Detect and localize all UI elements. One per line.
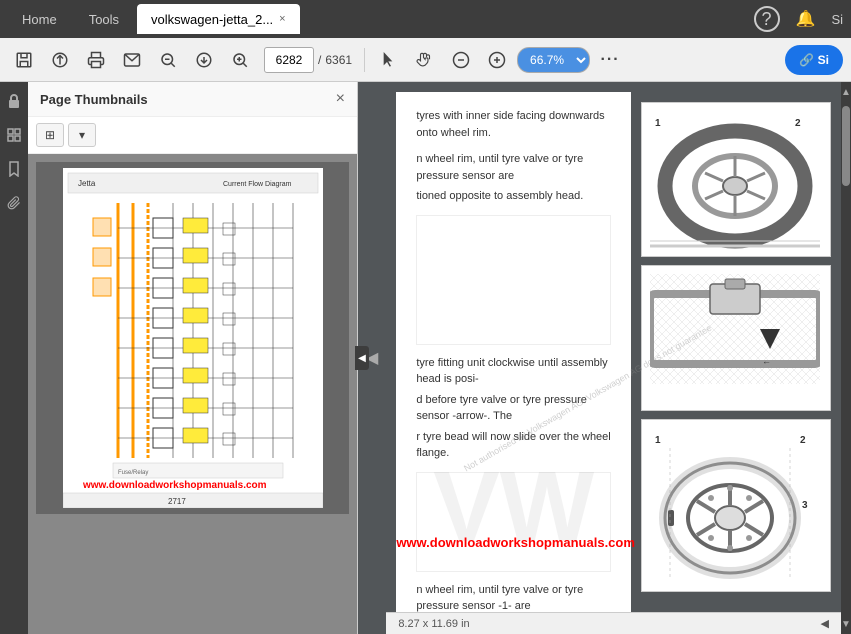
panel-close-button[interactable]: × [336,90,345,108]
diagram-3-content: 1 2 3 [642,420,830,592]
more-options-button[interactable]: ··· [594,44,626,76]
text-block-1: tyres with inner side facing downwards o… [416,108,611,141]
print-button[interactable] [80,44,112,76]
text-block-4: n wheel rim, until tyre valve or tyre pr… [416,582,611,613]
svg-text:Jetta: Jetta [78,179,96,188]
page-separator: / [318,53,321,67]
diagram-spacer-2 [416,472,611,572]
cursor-tool-button[interactable] [373,44,405,76]
notification-icon[interactable]: 🔔 [796,9,816,29]
toolbar-divider [364,48,365,72]
pdf-page: tyres with inner side facing downwards o… [396,92,631,612]
page-navigation: 6282 / 6361 [264,47,352,73]
text-line-3: tioned opposite to assembly head. [416,188,611,205]
svg-text:2717: 2717 [168,497,186,506]
text-line-5: d before tyre valve or tyre pressure sen… [416,392,611,425]
svg-text:Current Flow Diagram: Current Flow Diagram [223,181,292,188]
tab-tools-label: Tools [89,12,119,27]
svg-text:2: 2 [795,118,801,129]
svg-text:1: 1 [655,118,661,129]
thumbnail-image: Jetta Current Flow Diagram [63,168,323,508]
zoom-out-button[interactable] [152,44,184,76]
ellipsis-icon: ··· [601,51,620,69]
thumbnail-icon[interactable] [3,124,25,146]
email-button[interactable] [116,44,148,76]
zoom-in-button[interactable] [224,44,256,76]
panel-title: Page Thumbnails [40,92,148,107]
download-button[interactable] [188,44,220,76]
text-line-2: n wheel rim, until tyre valve or tyre pr… [416,151,611,184]
help-icon[interactable]: ? [754,6,780,32]
tab-close-icon[interactable]: × [279,13,285,25]
page-number-input[interactable]: 6282 [264,47,314,73]
diagram-1: 1 2 TAR 5 165 ▸ [641,102,831,257]
text-line-1: tyres with inner side facing downwards o… [416,108,611,141]
signin-button[interactable]: Si [831,12,843,27]
right-diagrams: 1 2 TAR 5 165 ▸ [641,92,831,602]
watermark-text: www.downloadworkshopmanuals.com [396,533,631,553]
share-button[interactable]: 🔗 Si [785,45,843,75]
toolbar: 6282 / 6361 66.7% 50% 75% 100% 125% ··· … [0,38,851,82]
right-scrollbar[interactable]: ▲ ▼ [841,82,851,634]
zoom-out-2-button[interactable] [445,44,477,76]
hand-tool-button[interactable] [409,44,441,76]
panel-header: Page Thumbnails × [28,82,357,117]
text-line-7: n wheel rim, until tyre valve or tyre pr… [416,582,611,613]
diagram-1-content: 1 2 [642,103,830,257]
scroll-down-button[interactable]: ▼ [841,614,851,634]
diagram-2-content: ← [642,266,830,411]
content-area: tyres with inner side facing downwards o… [386,82,841,634]
dropdown-button[interactable]: ▾ [68,123,96,147]
tab-home[interactable]: Home [8,4,71,34]
panel-toolbar: ⊞ ▾ [28,117,357,154]
upload-button[interactable] [44,44,76,76]
page-dimensions: 8.27 x 11.69 in [398,618,469,630]
tab-doc-label: volkswagen-jetta_2... [151,12,273,27]
share-icon: 🔗 [799,53,814,67]
content-scroll[interactable]: tyres with inner side facing downwards o… [386,82,841,612]
tab-doc[interactable]: volkswagen-jetta_2... × [137,4,300,34]
svg-text:←: ← [762,356,771,366]
svg-text:www.downloadworkshopmanuals.co: www.downloadworkshopmanuals.com [82,480,267,491]
diagram-spacer-1 [416,215,611,345]
lock-icon[interactable] [3,90,25,112]
total-pages: 6361 [325,53,352,67]
circuit-diagram-svg: Jetta Current Flow Diagram [63,168,323,508]
tab-home-label: Home [22,12,57,27]
bookmark-icon[interactable] [3,158,25,180]
panel-collapse-button[interactable]: ◀ [355,346,369,370]
grid-view-button[interactable]: ⊞ [36,123,64,147]
save-button[interactable] [8,44,40,76]
text-line-6: r tyre bead will now slide over the whee… [416,429,611,462]
svg-text:2: 2 [800,435,806,446]
diagram-3: 1 2 3 TAR 5 169 ▸ [641,419,831,592]
zoom-in-2-button[interactable] [481,44,513,76]
svg-text:3: 3 [802,500,808,511]
tyre-diagram-1-svg: 1 2 [650,111,820,251]
diagram-2: ← TAR 5 167 ▸ [641,265,831,411]
tab-bar: Home Tools volkswagen-jetta_2... × ? 🔔 S… [0,0,851,38]
scroll-up-button[interactable]: ▲ [841,82,851,102]
panel-content[interactable]: Jetta Current Flow Diagram [28,154,357,634]
zoom-level-select[interactable]: 66.7% 50% 75% 100% 125% [517,47,590,73]
scrollbar-thumb[interactable] [842,106,850,186]
svg-text:Fuse/Relay: Fuse/Relay [118,470,148,476]
tab-bar-right: ? 🔔 Si [754,6,843,32]
text-block-3: tyre fitting unit clockwise until assemb… [416,355,611,462]
thumbnail-item[interactable]: Jetta Current Flow Diagram [36,162,349,514]
tab-tools[interactable]: Tools [75,4,133,34]
attachment-icon[interactable] [3,192,25,214]
svg-text:1: 1 [655,435,661,446]
status-bar: 8.27 x 11.69 in ◀ [386,612,841,634]
assembly-diagram-svg: ← [650,274,820,404]
text-block-2: n wheel rim, until tyre valve or tyre pr… [416,151,611,205]
wheel-assembly-svg: 1 2 3 [650,428,820,588]
scroll-left-indicator: ◀ [821,617,829,630]
main-area: Page Thumbnails × ⊞ ▾ Jetta Current Flow… [0,82,851,634]
thumbnails-panel: Page Thumbnails × ⊞ ▾ Jetta Current Flow… [28,82,358,634]
left-sidebar [0,82,28,634]
text-line-4: tyre fitting unit clockwise until assemb… [416,355,611,388]
